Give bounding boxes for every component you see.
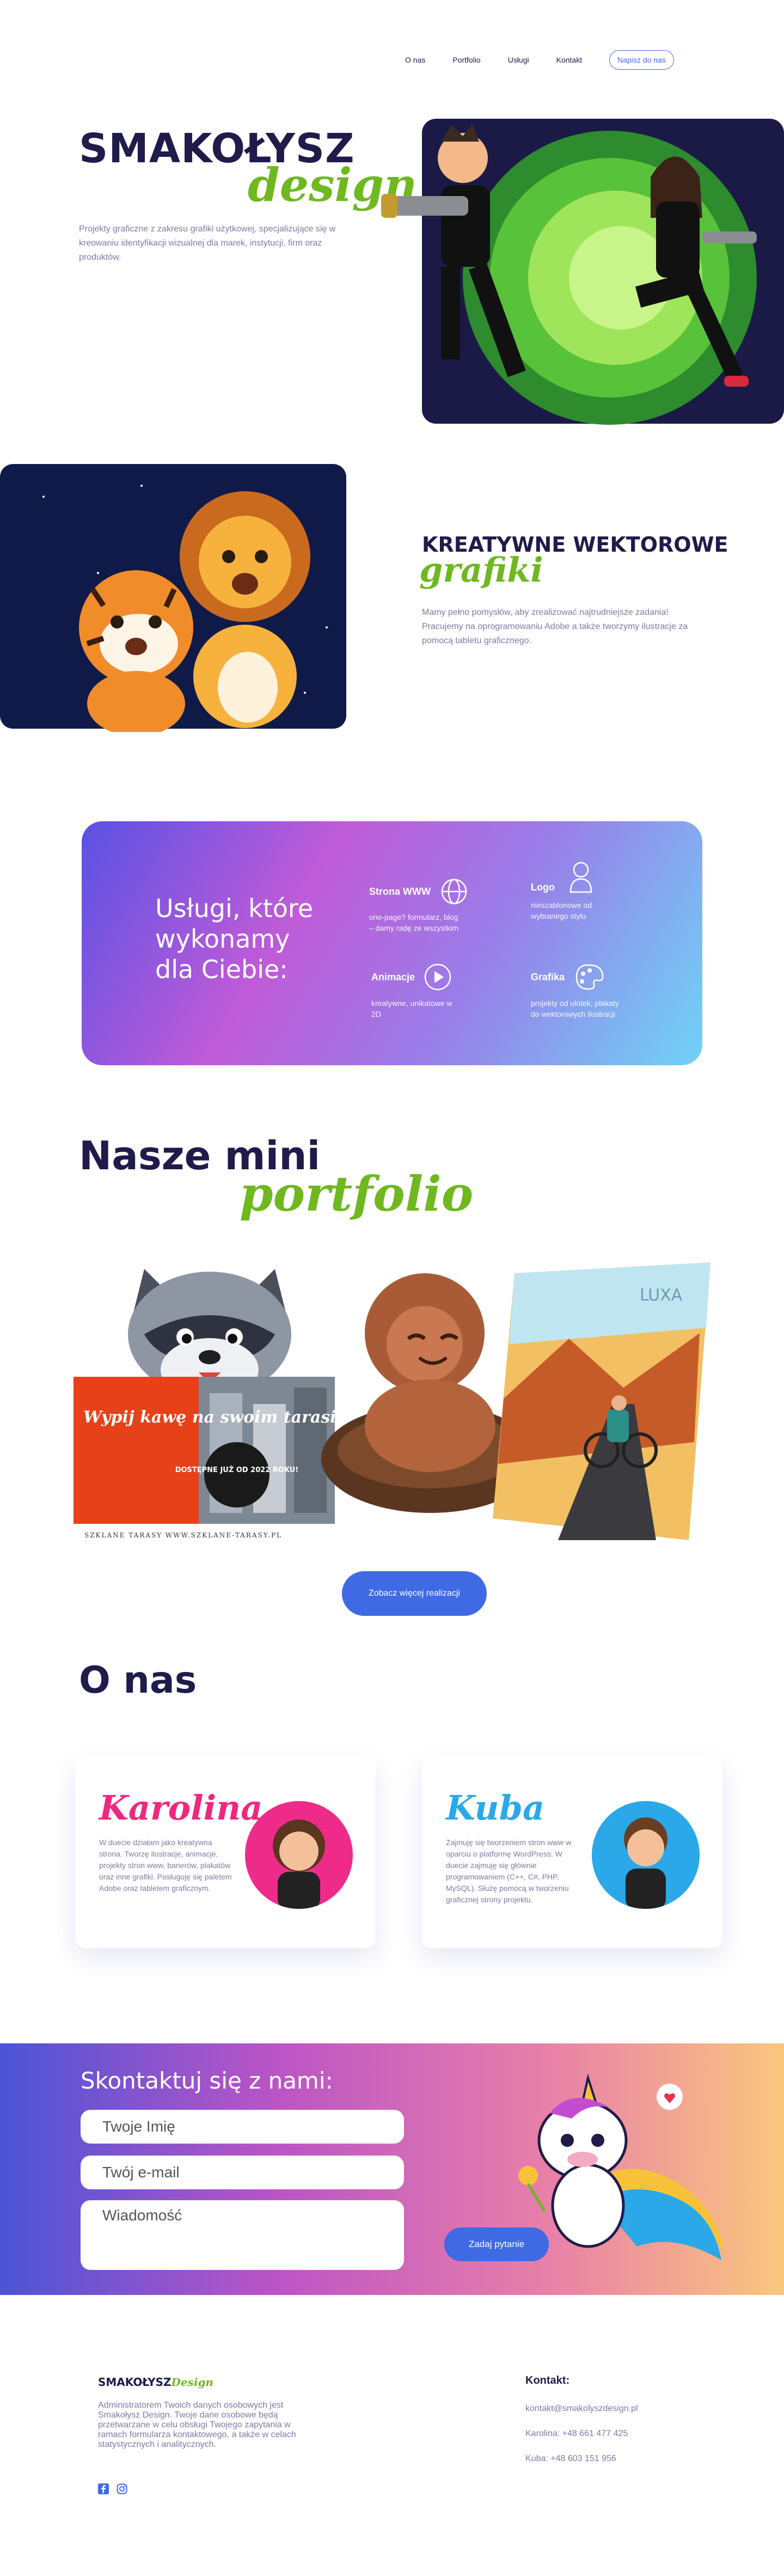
service-www: Strona WWW one-page? formularz, blog – d… (369, 878, 468, 933)
service-animation: Animacje kreatywne, unikatowe w 2D (371, 963, 464, 1020)
tiger-lion-illustration (0, 464, 346, 732)
team-name-kuba: Kuba (446, 1788, 545, 1828)
poster-headline: Wypij kawę na swoim tarasie! (83, 1408, 335, 1427)
footer-phone-karolina[interactable]: Karolina: +48 661 477 425 (525, 2429, 628, 2439)
bike-logo: LUXA (640, 1286, 683, 1305)
nav-link-contact[interactable]: Kontakt (556, 56, 582, 64)
poster-badge: DOSTĘPNE JUŻ OD 2022 ROKU! (175, 1466, 299, 1474)
team-desc-karolina: W duecie działam jako kreatywna strona. … (99, 1838, 232, 1893)
service-animation-desc: kreatywne, unikatowe w 2D (371, 999, 452, 1018)
service-graphics: Grafika projekty od ulotek, plakaty do w… (531, 963, 623, 1020)
footer-phone-kuba[interactable]: Kuba: +48 603 151 956 (525, 2454, 616, 2464)
message-input[interactable] (81, 2200, 404, 2270)
footer-logo-sub: Design (171, 2376, 213, 2389)
footer-privacy-text: Administratorem Twoich danych osobowych … (98, 2401, 296, 2449)
nav-link-services[interactable]: Usługi (508, 56, 529, 64)
service-animation-name: Animacje (371, 971, 415, 982)
top-nav: O nas Portfolio Usługi Kontakt Napisz do… (405, 50, 674, 70)
portfolio-subtitle: portfolio (240, 1165, 474, 1222)
play-icon (424, 963, 451, 991)
footer-logo: SMAKOŁYSZDesign (98, 2376, 213, 2389)
globe-icon (441, 878, 467, 905)
instagram-icon[interactable] (117, 2483, 127, 2494)
hero-illustration (381, 119, 784, 425)
palette-icon (575, 964, 604, 990)
service-graphics-name: Grafika (531, 971, 565, 982)
avatar-kuba (592, 1801, 700, 1909)
service-graphics-desc: projekty od ulotek, plakaty do wektorowy… (531, 999, 619, 1018)
unicorn-illustration (518, 2073, 724, 2260)
portfolio-more-button[interactable]: Zobacz więcej realizacji (342, 1571, 487, 1616)
hero-description: Projekty graficzne z zakresu grafiki uży… (79, 224, 336, 262)
team-card-kuba: Kuba Zajmuję się tworzeniem stron www w … (422, 1756, 722, 1948)
creative-description: Mamy pełno pomysłów, aby zrealizować naj… (422, 608, 688, 645)
cyclist-illustration: LUXA (493, 1262, 710, 1540)
facebook-icon[interactable] (98, 2483, 109, 2494)
team-name-karolina: Karolina (99, 1788, 263, 1828)
nav-link-about[interactable]: O nas (405, 56, 425, 64)
service-www-name: Strona WWW (369, 886, 431, 897)
service-www-desc: one-page? formularz, blog – damy radę ze… (369, 913, 459, 932)
service-logo-name: Logo (531, 882, 555, 893)
poster-illustration: Wypij kawę na swoim tarasie! DOSTĘPNE JU… (74, 1377, 335, 1539)
footer-logo-main: SMAKOŁYSZ (98, 2376, 171, 2389)
user-icon (569, 862, 592, 893)
footer-contact-title: Kontakt: (525, 2374, 570, 2386)
about-title: O nas (79, 1659, 197, 1702)
footer-email[interactable]: kontakt@smakolyszdesign.pl (525, 2404, 638, 2414)
email-input[interactable] (81, 2156, 404, 2189)
creative-subtitle: grafiki (419, 550, 543, 590)
service-logo-desc: nieszablonowe od wybranego stylu (531, 901, 592, 920)
team-desc-kuba: Zajmuję się tworzeniem stron www w oparc… (446, 1838, 572, 1904)
contact-title: Skontaktuj się z nami: (81, 2067, 333, 2094)
name-input[interactable] (81, 2110, 404, 2144)
nav-cta-button[interactable]: Napisz do nas (609, 50, 674, 70)
services-title: Usługi, które wykonamy dla Ciebie: (155, 894, 314, 984)
team-card-karolina: Karolina W duecie działam jako kreatywna… (75, 1756, 376, 1948)
avatar-karolina (245, 1801, 353, 1909)
social-links (98, 2483, 127, 2494)
poster-footer: SZKLANE TARASY WWW.SZKLANE-TARASY.PL (84, 1531, 282, 1539)
nav-link-portfolio[interactable]: Portfolio (452, 56, 480, 64)
service-logo: Logo nieszablonowe od wybranego stylu (531, 860, 623, 921)
